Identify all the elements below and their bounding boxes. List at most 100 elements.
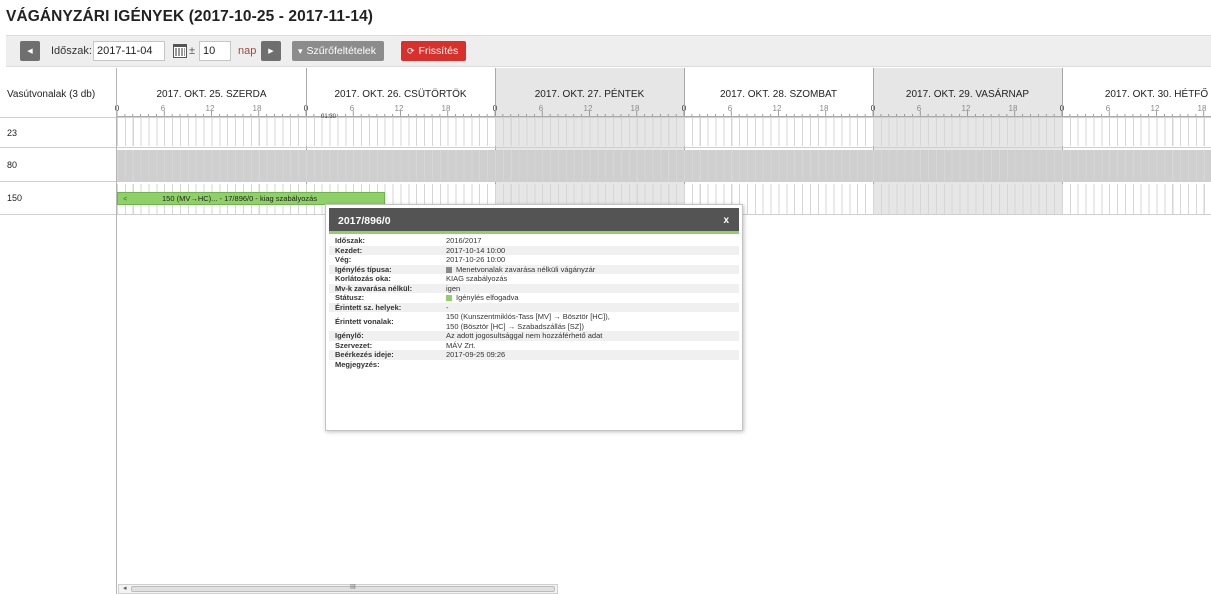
popup-field-value: igen: [446, 284, 739, 294]
popup-row: Korlátozás oka: KIAG szabályozás: [329, 274, 739, 284]
next-period-button[interactable]: ▶: [261, 41, 281, 61]
popup-field-value: 2016/2017: [446, 236, 739, 246]
popup-header: 2017/896/0 x: [329, 208, 739, 234]
refresh-button[interactable]: ⟳ Frissítés: [401, 41, 467, 61]
popup-field-value-text: MÁV Zrt.: [446, 340, 476, 350]
popup-field-label: Igénylő:: [335, 331, 364, 340]
popup-field-label: Korlátozás oka:: [335, 274, 391, 283]
popup-field-label: Igénylés típusa:: [335, 264, 392, 274]
popup-field-value-text: 2017-09-25 09:26: [446, 350, 506, 359]
status-swatch-icon: [446, 266, 452, 273]
popup-field-value-text: -: [446, 302, 449, 312]
popup-field-value: 150 (Kunszentmiklós-Tass [MV] → Bösztör …: [446, 312, 739, 331]
day-header: 2017. OKT. 27. PÉNTEK: [534, 89, 645, 100]
popup-row: Státusz: Igénylés elfogadva: [329, 293, 739, 303]
claim-bar-label: 150 (MV→HC)... - 17/896/0 - kiag szabály…: [162, 194, 318, 203]
popup-field-value-text: 2017-10-14 10:00: [446, 245, 506, 255]
row-divider: [0, 147, 1211, 148]
popup-field-value-text: 2016/2017: [446, 236, 482, 245]
row-divider: [0, 181, 1211, 182]
lines-header: Vasútvonalak (3 db): [7, 89, 96, 100]
claim-arrow-left-icon: <: [123, 194, 128, 203]
caret-down-icon: ▾: [298, 46, 303, 56]
popup-row: Megjegyzés:: [329, 360, 739, 370]
filter-button-label: Szűrőfeltételek: [306, 45, 376, 57]
popup-field-value-text: igen: [446, 283, 461, 293]
calendar-icon[interactable]: [173, 44, 187, 58]
popup-row: Időszak: 2016/2017: [329, 236, 739, 246]
popup-detail-table: Időszak: 2016/2017 Kezdet: 2017-10-14 10:00…: [329, 236, 739, 369]
left-column-divider: [116, 68, 117, 594]
plus-minus-label: ±: [189, 45, 196, 57]
popup-field-label: Időszak:: [335, 236, 366, 245]
popup-field-value: Az adott jogosultsággal nem hozzáférhető…: [446, 331, 739, 341]
refresh-button-label: Frissítés: [418, 45, 459, 57]
toolbar: ◀ Időszak: ± nap ▶ ▾Szűrőfeltételek ⟳Fri…: [6, 35, 1211, 67]
popup-row: Érintett sz. helyek: -: [329, 302, 739, 313]
close-icon[interactable]: x: [723, 215, 729, 226]
popup-row: Mv-k zavarása nélkül: igen: [329, 283, 739, 294]
popup-field-label: Szervezet:: [335, 340, 373, 350]
popup-field-label: Megjegyzés:: [335, 359, 380, 369]
popup-field-label: Érintett sz. helyek:: [335, 302, 402, 312]
day-header: 2017. OKT. 26. CSÜTÖRTÖK: [334, 89, 467, 100]
popup-field-value-text: Az adott jogosultsággal nem hozzáférhető…: [446, 331, 603, 340]
scrollbar-thumb[interactable]: III: [131, 584, 555, 592]
row-label-23: 23: [7, 128, 18, 138]
popup-field-label: Mv-k zavarása nélkül:: [335, 283, 413, 293]
time-marker: 01:30: [321, 114, 337, 120]
popup-row: Igénylés típusa: Menetvonalak zavarása né…: [329, 264, 739, 275]
popup-field-value-text: Igénylés elfogadva: [456, 293, 519, 302]
popup-field-label: Vég:: [335, 255, 352, 264]
popup-field-value: 2017-10-14 10:00: [446, 246, 739, 256]
popup-field-value: -: [446, 303, 739, 313]
popup-field-value: Igénylés elfogadva: [446, 293, 739, 303]
horizontal-scrollbar[interactable]: ◂ III: [118, 584, 558, 594]
popup-row: Kezdet: 2017-10-14 10:00: [329, 245, 739, 256]
popup-field-label: Kezdet:: [335, 245, 363, 255]
refresh-icon: ⟳: [407, 46, 415, 56]
page-title: VÁGÁNYZÁRI IGÉNYEK (2017-10-25 - 2017-11…: [6, 8, 374, 25]
popup-field-label: Érintett vonalak:: [335, 316, 394, 326]
popup-field-value-line: 150 (Kunszentmiklós-Tass [MV] → Bösztör …: [446, 312, 610, 321]
row-label-150: 150: [7, 193, 23, 203]
popup-row: Érintett vonalak: 150 (Kunszentmiklós-Tas…: [329, 312, 739, 331]
day-header: 2017. OKT. 29. VASÁRNAP: [905, 89, 1030, 100]
status-swatch-icon: [446, 295, 452, 301]
popup-field-value: [446, 360, 739, 370]
scroll-left-icon[interactable]: ◂: [123, 584, 127, 592]
popup-field-label: Beérkezés ideje:: [335, 350, 394, 359]
popup-title: 2017/896/0: [338, 215, 391, 227]
scrollbar-grip: III: [350, 584, 356, 591]
day-header: 2017. OKT. 28. SZOMBAT: [719, 89, 838, 100]
popup-field-value-text: KIAG szabályozás: [446, 274, 508, 283]
popup-row: Szervezet: MÁV Zrt.: [329, 341, 739, 351]
hour-ruler: [117, 111, 1211, 117]
prev-period-button[interactable]: ◀: [20, 41, 40, 61]
chevron-right-icon: ▶: [268, 48, 274, 55]
row-label-80: 80: [7, 160, 18, 170]
popup-field-value: 2017-10-26 10:00: [446, 255, 739, 265]
filter-button[interactable]: ▾ Szűrőfeltételek: [292, 41, 384, 61]
period-label: Időszak:: [51, 45, 92, 57]
popup-row: Vég: 2017-10-26 10:00: [329, 255, 739, 265]
date-input[interactable]: [93, 41, 165, 61]
day-header: 2017. OKT. 25. SZERDA: [156, 89, 267, 100]
popup-field-value-line: 150 (Bösztör [HC] → Szabadszállás [SZ]): [446, 321, 584, 331]
popup-field-value-lines: 150 (Kunszentmiklós-Tass [MV] → Bösztör …: [446, 312, 610, 331]
chevron-left-icon: ◀: [27, 48, 33, 55]
timeline-band-23: [117, 118, 1211, 146]
days-input[interactable]: [199, 41, 231, 61]
popup-field-label: Státusz:: [335, 293, 365, 302]
popup-field-value: Menetvonalak zavarása nélküli vágányzár: [446, 265, 739, 275]
popup-row: Igénylő: Az adott jogosultsággal nem hozz…: [329, 331, 739, 341]
claim-detail-popup: 2017/896/0 x Időszak: 2016/2017 Kezdet: 201…: [325, 204, 743, 431]
day-header: 2017. OKT. 30. HÉTFŐ: [1104, 89, 1209, 100]
popup-field-value-text: 2017-10-26 10:00: [446, 255, 506, 264]
popup-field-value: MÁV Zrt.: [446, 341, 739, 351]
timeline-band-80: [117, 150, 1211, 181]
popup-field-value: 2017-09-25 09:26: [446, 350, 739, 360]
popup-row: Beérkezés ideje: 2017-09-25 09:26: [329, 350, 739, 360]
popup-field-value: KIAG szabályozás: [446, 274, 739, 284]
days-unit-label: nap: [238, 45, 257, 57]
